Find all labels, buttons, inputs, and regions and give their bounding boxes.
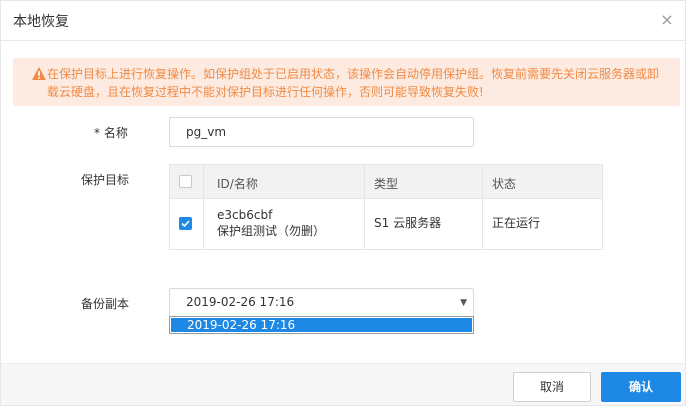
row-status: 正在运行 <box>492 216 541 230</box>
row-type: S1 云服务器 <box>374 216 442 230</box>
protection-target-table: ID/名称 类型 状态 e3cb6cbf 保护组测试（勿删） S1 云服务器 正… <box>169 164 603 250</box>
dropdown-option[interactable]: 2019-02-26 17:16 <box>171 318 472 332</box>
warning-alert: 在保护目标上进行恢复操作。如保护组处于已启用状态，该操作会自动停用保护组。恢复前… <box>13 58 680 106</box>
row-checkbox[interactable] <box>179 217 192 230</box>
cancel-button[interactable]: 取消 <box>513 372 591 402</box>
select-value: 2019-02-26 17:16 <box>186 295 295 309</box>
column-header-type: 类型 <box>374 177 399 191</box>
dialog-header: 本地恢复 × <box>1 1 685 41</box>
column-divider <box>482 165 483 249</box>
name-label: * 名称 <box>94 126 128 140</box>
warning-icon <box>32 67 46 80</box>
protection-target-label: 保护目标 <box>81 173 130 187</box>
select-all-checkbox[interactable] <box>179 175 192 188</box>
backup-copy-select[interactable]: 2019-02-26 17:16 ▼ <box>169 288 474 318</box>
table-header: ID/名称 类型 状态 <box>170 165 602 199</box>
column-divider <box>203 165 204 249</box>
column-header-status: 状态 <box>492 177 517 191</box>
column-header-id: ID/名称 <box>217 177 258 191</box>
chevron-down-icon: ▼ <box>460 298 467 308</box>
dialog-title: 本地恢复 <box>13 14 69 30</box>
close-icon[interactable]: × <box>659 12 675 28</box>
row-name: 保护组测试（勿删） <box>217 224 326 238</box>
check-icon <box>181 220 190 228</box>
confirm-button[interactable]: 确认 <box>601 372 681 402</box>
backup-copy-dropdown: 2019-02-26 17:16 <box>169 316 474 334</box>
restore-dialog: 本地恢复 × 在保护目标上进行恢复操作。如保护组处于已启用状态，该操作会自动停用… <box>0 0 686 406</box>
column-divider <box>364 165 365 249</box>
backup-copy-label: 备份副本 <box>81 297 130 311</box>
warning-text: 在保护目标上进行恢复操作。如保护组处于已启用状态，该操作会自动停用保护组。恢复前… <box>47 67 660 99</box>
row-id: e3cb6cbf <box>217 208 273 222</box>
name-input[interactable]: pg_vm <box>169 117 474 147</box>
